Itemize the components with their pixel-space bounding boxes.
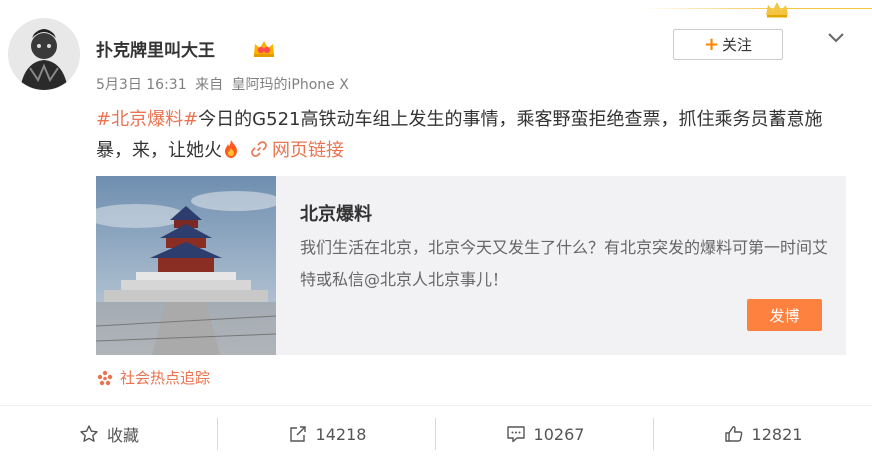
crown-icon: [766, 2, 788, 18]
avatar-image: [8, 18, 80, 90]
username[interactable]: 扑克牌里叫大王: [96, 36, 215, 61]
comment-icon: [506, 426, 525, 443]
plus-icon: +: [703, 33, 720, 55]
source-tag-label: 社会热点追踪: [120, 369, 211, 387]
thumbs-up-icon: [724, 426, 742, 442]
temple-of-heaven-image: [96, 176, 276, 355]
weibo-post-card: 扑克牌里叫大王 5月3日 16:31 来自 皇阿玛的iPhone X + 关注 …: [0, 0, 872, 462]
comment-button[interactable]: 10267: [436, 406, 654, 462]
preview-description: 我们生活在北京，北京今天又发生了什么？有北京突发的爆料可第一时间艾特或私信@北京…: [300, 238, 829, 289]
action-bar: 收藏 14218 10267 12821: [0, 406, 872, 462]
favorite-label: 收藏: [106, 426, 139, 445]
flower-icon: [97, 370, 113, 385]
link-icon: [251, 141, 267, 157]
post-button[interactable]: 发博: [747, 299, 822, 331]
link-preview-card[interactable]: 北京爆料 我们生活在北京，北京今天又发生了什么？有北京突发的爆料可第一时间艾特或…: [96, 176, 846, 355]
source-prefix: 来自: [195, 77, 224, 93]
post-date[interactable]: 5月3日 16:31: [96, 77, 187, 93]
repost-button[interactable]: 14218: [218, 406, 436, 462]
follow-label: 关注: [722, 36, 753, 54]
fire-emoji-icon: [225, 140, 237, 158]
decorative-line: [642, 8, 872, 9]
chevron-down-icon[interactable]: [826, 30, 846, 44]
like-count: 12821: [751, 424, 803, 444]
comment-count: 10267: [533, 424, 585, 444]
repost-count: 14218: [315, 424, 367, 444]
post-body: 今日的G521高铁动车组上发生的事情，乘客野蛮拒绝查票，抓住乘务员蓄意施暴，来，…: [96, 109, 823, 161]
topic-link[interactable]: #北京爆料#: [96, 109, 198, 130]
vip-crown-badge-icon[interactable]: [252, 38, 276, 58]
web-link[interactable]: 网页链接: [250, 140, 344, 161]
share-icon: [289, 426, 306, 442]
favorite-button[interactable]: 收藏: [0, 406, 218, 462]
post-content: #北京爆料#今日的G521高铁动车组上发生的事情，乘客野蛮拒绝查票，抓住乘务员蓄…: [96, 104, 856, 166]
star-icon: [80, 425, 98, 442]
avatar[interactable]: [8, 18, 80, 90]
like-button[interactable]: 12821: [654, 406, 872, 462]
post-meta: 5月3日 16:31 来自 皇阿玛的iPhone X: [96, 74, 353, 94]
follow-button[interactable]: + 关注: [673, 29, 783, 60]
web-link-label: 网页链接: [272, 140, 344, 161]
source-device[interactable]: 皇阿玛的iPhone X: [232, 77, 349, 93]
topic-source-tag[interactable]: 社会热点追踪: [96, 367, 210, 388]
preview-title[interactable]: 北京爆料: [300, 200, 372, 226]
preview-thumbnail: [96, 176, 276, 355]
